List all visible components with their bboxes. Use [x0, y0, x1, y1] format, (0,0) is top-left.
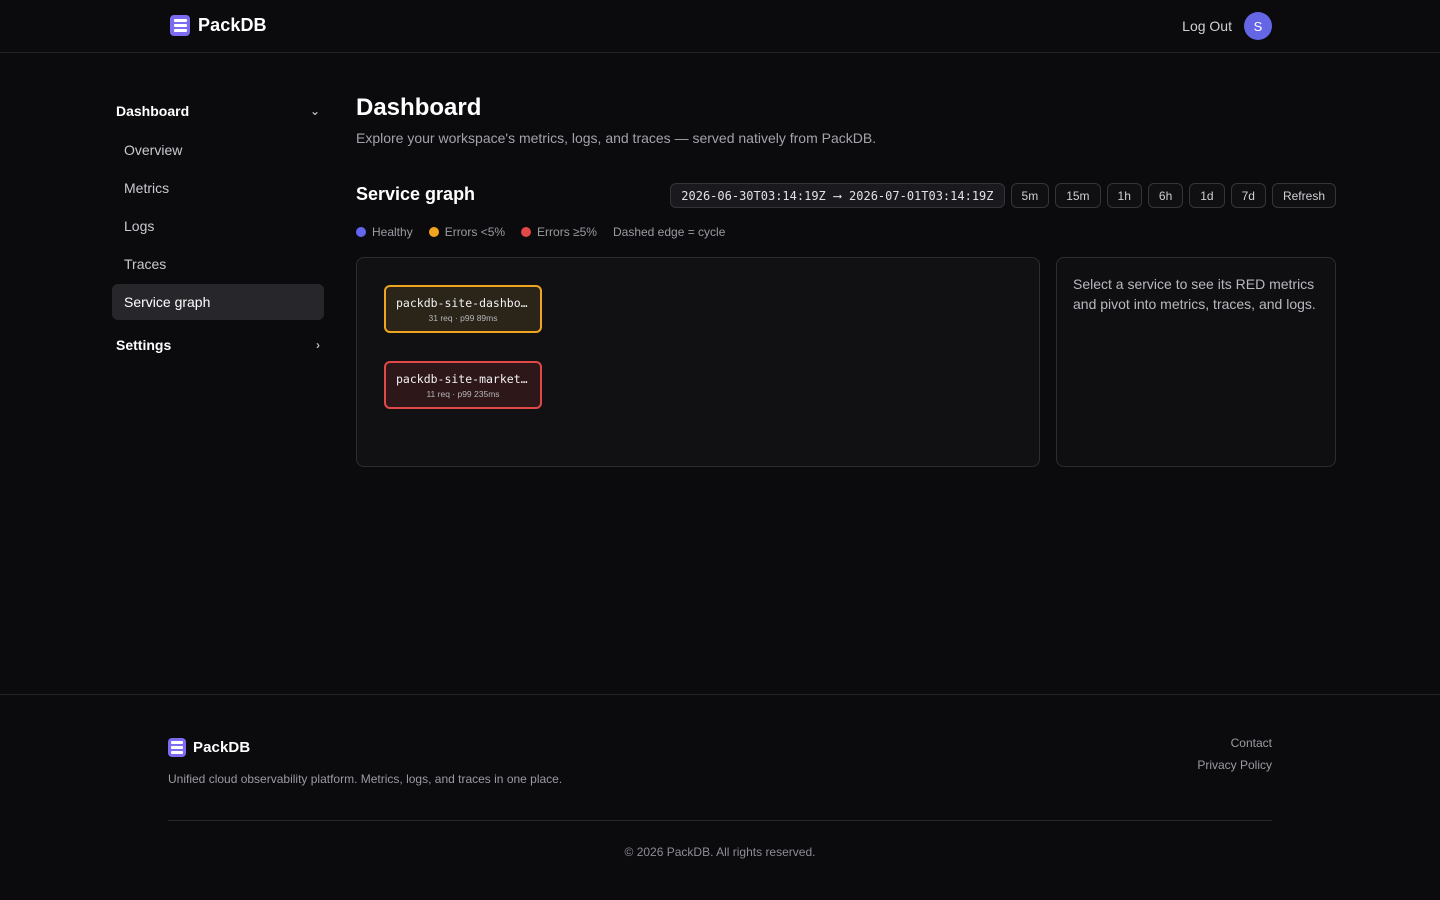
footer-links: Contact Privacy Policy — [1197, 736, 1272, 772]
range-button-6h[interactable]: 6h — [1147, 183, 1184, 208]
warning-dot-icon — [428, 227, 439, 237]
sidebar-section-label: Settings — [116, 337, 172, 353]
sidebar-item-metrics[interactable]: Metrics — [112, 170, 324, 206]
database-logo-icon — [168, 738, 186, 757]
legend-label: Healthy — [372, 225, 413, 239]
chevron-right-icon: › — [316, 338, 320, 352]
detail-placeholder-text: Select a service to see its RED metrics … — [1073, 276, 1316, 312]
service-node-marketing[interactable]: packdb-site-marketing 11 req · p99 235ms — [384, 361, 542, 409]
sidebar-item-label: Overview — [124, 142, 183, 158]
legend-item-dashed: Dashed edge = cycle — [613, 225, 725, 239]
brand-name: PackDB — [198, 15, 267, 35]
top-header: PackDB Log Out S — [0, 0, 1440, 53]
sidebar-section-dashboard[interactable]: Dashboard ⌄ — [112, 92, 324, 130]
sidebar-section-settings[interactable]: Settings › — [112, 326, 324, 364]
time-range-picker[interactable]: 2026-06-30T03:14:19Z ⟶ 2026-07-01T03:14:… — [670, 183, 1005, 208]
sidebar-item-logs[interactable]: Logs — [112, 208, 324, 244]
time-range-start: 2026-06-30T03:14:19Z — [681, 188, 826, 203]
brand[interactable]: PackDB — [170, 15, 267, 36]
avatar[interactable]: S — [1244, 12, 1272, 40]
refresh-button[interactable]: Refresh — [1271, 183, 1336, 208]
sidebar-section-label: Dashboard — [116, 103, 190, 119]
legend-item-errors-high: Errors ≥5% — [521, 225, 597, 239]
sidebar-item-service-graph[interactable]: Service graph — [112, 284, 324, 320]
database-logo-icon — [170, 15, 190, 36]
legend-item-errors-low: Errors <5% — [428, 225, 506, 239]
sidebar-item-label: Logs — [124, 218, 155, 234]
service-node-meta: 11 req · p99 235ms — [426, 388, 500, 399]
logout-button[interactable]: Log Out — [1182, 18, 1232, 34]
footer-link-contact[interactable]: Contact — [1197, 736, 1272, 750]
legend-label: Dashed edge = cycle — [612, 225, 726, 239]
sidebar-item-overview[interactable]: Overview — [112, 132, 324, 168]
footer: PackDB Unified cloud observability platf… — [0, 694, 1440, 900]
service-graph-toolbar: Service graph 2026-06-30T03:14:19Z ⟶ 202… — [356, 183, 1336, 209]
error-dot-icon — [521, 227, 532, 237]
legend-label: Errors <5% — [444, 225, 506, 239]
sidebar-item-traces[interactable]: Traces — [112, 246, 324, 282]
range-button-5m[interactable]: 5m — [1010, 183, 1050, 208]
section-title: Service graph — [356, 184, 476, 204]
service-node-name: packdb-site-dashboard — [396, 295, 530, 310]
footer-brand-name: PackDB — [193, 739, 251, 756]
range-button-1d[interactable]: 1d — [1189, 183, 1225, 208]
healthy-dot-icon — [356, 227, 366, 237]
sidebar-item-label: Service graph — [124, 294, 211, 310]
range-button-15m[interactable]: 15m — [1055, 183, 1101, 208]
legend-label: Errors ≥5% — [537, 225, 597, 239]
legend-item-healthy: Healthy — [356, 225, 413, 239]
range-button-7d[interactable]: 7d — [1230, 183, 1266, 208]
chevron-down-icon: ⌄ — [309, 104, 320, 118]
footer-link-privacy[interactable]: Privacy Policy — [1197, 758, 1272, 772]
header-actions: Log Out S — [1182, 12, 1272, 40]
footer-brand[interactable]: PackDB — [168, 738, 250, 757]
range-button-1h[interactable]: 1h — [1106, 183, 1142, 208]
main-content: Dashboard Explore your workspace's metri… — [356, 92, 1336, 467]
footer-divider — [168, 820, 1272, 821]
time-controls: 2026-06-30T03:14:19Z ⟶ 2026-07-01T03:14:… — [670, 183, 1336, 208]
sidebar-item-label: Metrics — [124, 180, 170, 196]
time-range-end: 2026-07-01T03:14:19Z — [849, 188, 994, 203]
sidebar-item-label: Traces — [124, 256, 167, 272]
footer-tagline: Unified cloud observability platform. Me… — [168, 772, 563, 786]
service-graph-canvas[interactable]: packdb-site-dashboard 31 req · p99 89ms … — [356, 257, 1040, 467]
service-node-name: packdb-site-marketing — [396, 371, 530, 386]
service-detail-panel: Select a service to see its RED metrics … — [1056, 257, 1336, 467]
graph-legend: Healthy Errors <5% Errors ≥5% Dashed edg… — [356, 225, 725, 239]
page-subtitle: Explore your workspace's metrics, logs, … — [356, 130, 877, 146]
copyright: © 2026 PackDB. All rights reserved. — [624, 845, 816, 859]
service-node-meta: 31 req · p99 89ms — [428, 312, 498, 323]
arrow-right-icon: ⟶ — [833, 188, 842, 203]
page-title: Dashboard — [356, 94, 482, 121]
sidebar: Dashboard ⌄ Overview Metrics Logs Traces… — [112, 92, 324, 364]
service-node-dashboard[interactable]: packdb-site-dashboard 31 req · p99 89ms — [384, 285, 542, 333]
